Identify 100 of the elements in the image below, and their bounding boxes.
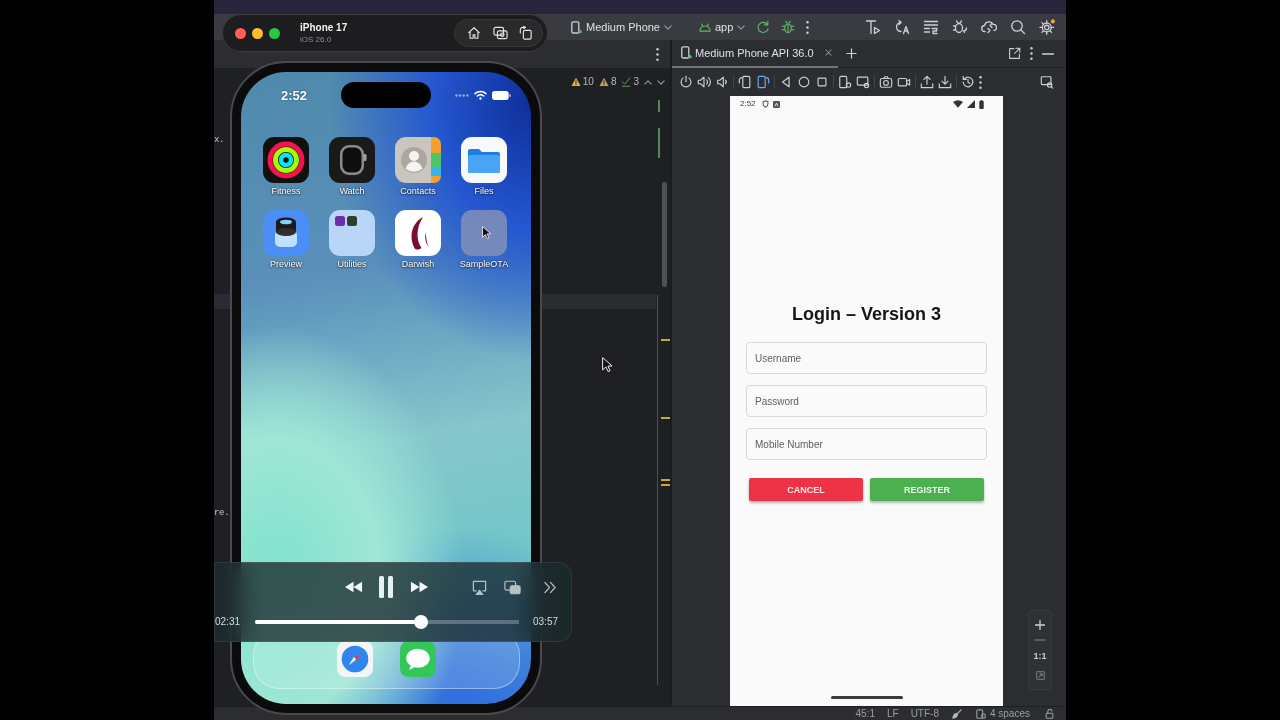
- double-chevron-icon[interactable]: [543, 580, 557, 594]
- caret-position[interactable]: 45:1: [855, 708, 875, 720]
- zoom-button[interactable]: [269, 27, 280, 39]
- app-shortcut[interactable]: Preview: [263, 210, 309, 270]
- brush-icon[interactable]: [951, 709, 962, 719]
- minimize-icon[interactable]: [1042, 52, 1054, 55]
- camera-icon[interactable]: [879, 75, 893, 89]
- app-folder-icon: [329, 210, 375, 256]
- zoom-in-icon[interactable]: [1035, 620, 1045, 631]
- chevron-down-icon: [737, 24, 746, 30]
- app-shortcut[interactable]: Contacts: [395, 137, 441, 197]
- rerun-icon[interactable]: [756, 20, 771, 34]
- compass-icon[interactable]: [337, 641, 373, 677]
- gesture-bar[interactable]: [830, 696, 903, 699]
- fit-screen-icon[interactable]: [1035, 670, 1045, 680]
- add-icon[interactable]: [845, 48, 857, 59]
- warning-marker[interactable]: [661, 339, 670, 341]
- lock-icon[interactable]: [1045, 709, 1054, 719]
- video-camera-icon[interactable]: [897, 75, 911, 89]
- device-tab[interactable]: Medium Phone API 36.0: [672, 39, 838, 68]
- os-version: iOS 26.0: [300, 34, 333, 45]
- home-icon[interactable]: [797, 75, 811, 89]
- shield-icon: [761, 100, 769, 108]
- window-search-icon[interactable]: [1040, 75, 1054, 89]
- code-text: re.: [214, 507, 230, 519]
- warning-marker[interactable]: [661, 484, 670, 486]
- pause-icon[interactable]: [378, 576, 394, 598]
- file-encoding[interactable]: UTF-8: [910, 708, 939, 720]
- slider-thumb[interactable]: [414, 615, 429, 629]
- pointer-icon: [482, 226, 491, 239]
- app-shortcut[interactable]: Fitness: [263, 137, 309, 197]
- more-icon[interactable]: [806, 20, 810, 34]
- more-icon[interactable]: [1030, 47, 1033, 60]
- indent-setting[interactable]: 4 spaces: [989, 708, 1030, 720]
- input-field[interactable]: Username: [746, 342, 987, 374]
- volume-down-icon[interactable]: [715, 75, 729, 89]
- home-icon[interactable]: [467, 26, 481, 40]
- search-icon[interactable]: [1010, 19, 1026, 35]
- cast-icon[interactable]: [472, 579, 487, 595]
- power-icon[interactable]: [679, 75, 693, 89]
- input-field[interactable]: Mobile Number: [746, 428, 987, 460]
- app-shortcut[interactable]: SampleOTA: [459, 210, 509, 270]
- app-shortcut[interactable]: Files: [461, 137, 507, 197]
- wifi-icon: [953, 100, 963, 108]
- total-duration: 03:57: [533, 616, 560, 628]
- watch-icon: [329, 137, 375, 183]
- upload-icon[interactable]: [920, 75, 934, 89]
- app-shortcut[interactable]: Darwish: [395, 210, 441, 270]
- person-card-icon: [395, 137, 441, 183]
- history-icon[interactable]: [961, 75, 975, 89]
- inspection-counter[interactable]: 10: [570, 76, 594, 88]
- actual-size-button[interactable]: 1:1: [1033, 650, 1047, 662]
- phone-settings-icon[interactable]: [838, 75, 852, 89]
- open-in-window-icon[interactable]: [1008, 47, 1021, 60]
- app-shortcut[interactable]: Utilities: [329, 210, 375, 270]
- chevron-up-icon[interactable]: [644, 79, 652, 85]
- robot-head-icon: [699, 22, 711, 32]
- input-field[interactable]: Password: [746, 385, 987, 417]
- rotate-icon[interactable]: [519, 26, 532, 40]
- bug-refresh-icon[interactable]: [952, 19, 968, 35]
- inspection-counter[interactable]: 8: [598, 76, 617, 88]
- line-separator[interactable]: LF: [886, 708, 899, 720]
- list-icon[interactable]: [923, 19, 939, 35]
- indent-icon[interactable]: [975, 709, 986, 719]
- inspection-counter[interactable]: 3: [621, 76, 639, 88]
- close-icon[interactable]: [824, 49, 832, 56]
- check-icon: [621, 77, 632, 87]
- minimize-button[interactable]: [252, 27, 263, 39]
- more-icon[interactable]: [656, 47, 659, 61]
- curved-arrow-icon[interactable]: [894, 19, 910, 35]
- close-button[interactable]: [235, 27, 246, 39]
- more-icon[interactable]: [979, 75, 982, 89]
- overview-icon[interactable]: [815, 75, 829, 89]
- run-configuration-selector[interactable]: app: [696, 17, 749, 37]
- cloud-arrows-icon[interactable]: [981, 19, 997, 35]
- download-icon[interactable]: [938, 75, 952, 89]
- chevron-down-icon: [664, 24, 672, 30]
- t-play-icon[interactable]: [865, 19, 881, 35]
- speech-bubble-icon[interactable]: [400, 641, 436, 677]
- chevron-down-icon[interactable]: [657, 79, 665, 85]
- blank-tile-icon: [461, 210, 507, 256]
- cancel-button[interactable]: CANCEL: [749, 478, 863, 501]
- device-selector[interactable]: Medium Phone: [568, 17, 675, 37]
- screenshot-icon[interactable]: [492, 26, 508, 40]
- app-shortcut[interactable]: Watch: [329, 137, 375, 197]
- change-marker: [658, 100, 660, 112]
- rotate-left-icon[interactable]: [738, 75, 752, 89]
- rotate-right-icon[interactable]: [756, 75, 770, 89]
- picture-in-picture-icon[interactable]: [504, 579, 521, 595]
- volume-up-icon[interactable]: [697, 75, 711, 89]
- warning-marker[interactable]: [661, 417, 670, 419]
- scrollbar-thumb[interactable]: [662, 182, 667, 287]
- warning-marker[interactable]: [661, 479, 670, 481]
- status-time: 2:52: [281, 87, 307, 103]
- rewind-icon[interactable]: [344, 581, 363, 593]
- fast-forward-icon[interactable]: [410, 581, 429, 593]
- back-icon[interactable]: [779, 75, 793, 89]
- settings-icon[interactable]: [1039, 19, 1055, 35]
- window-settings-icon[interactable]: [856, 75, 870, 89]
- debug-icon[interactable]: [781, 20, 796, 34]
